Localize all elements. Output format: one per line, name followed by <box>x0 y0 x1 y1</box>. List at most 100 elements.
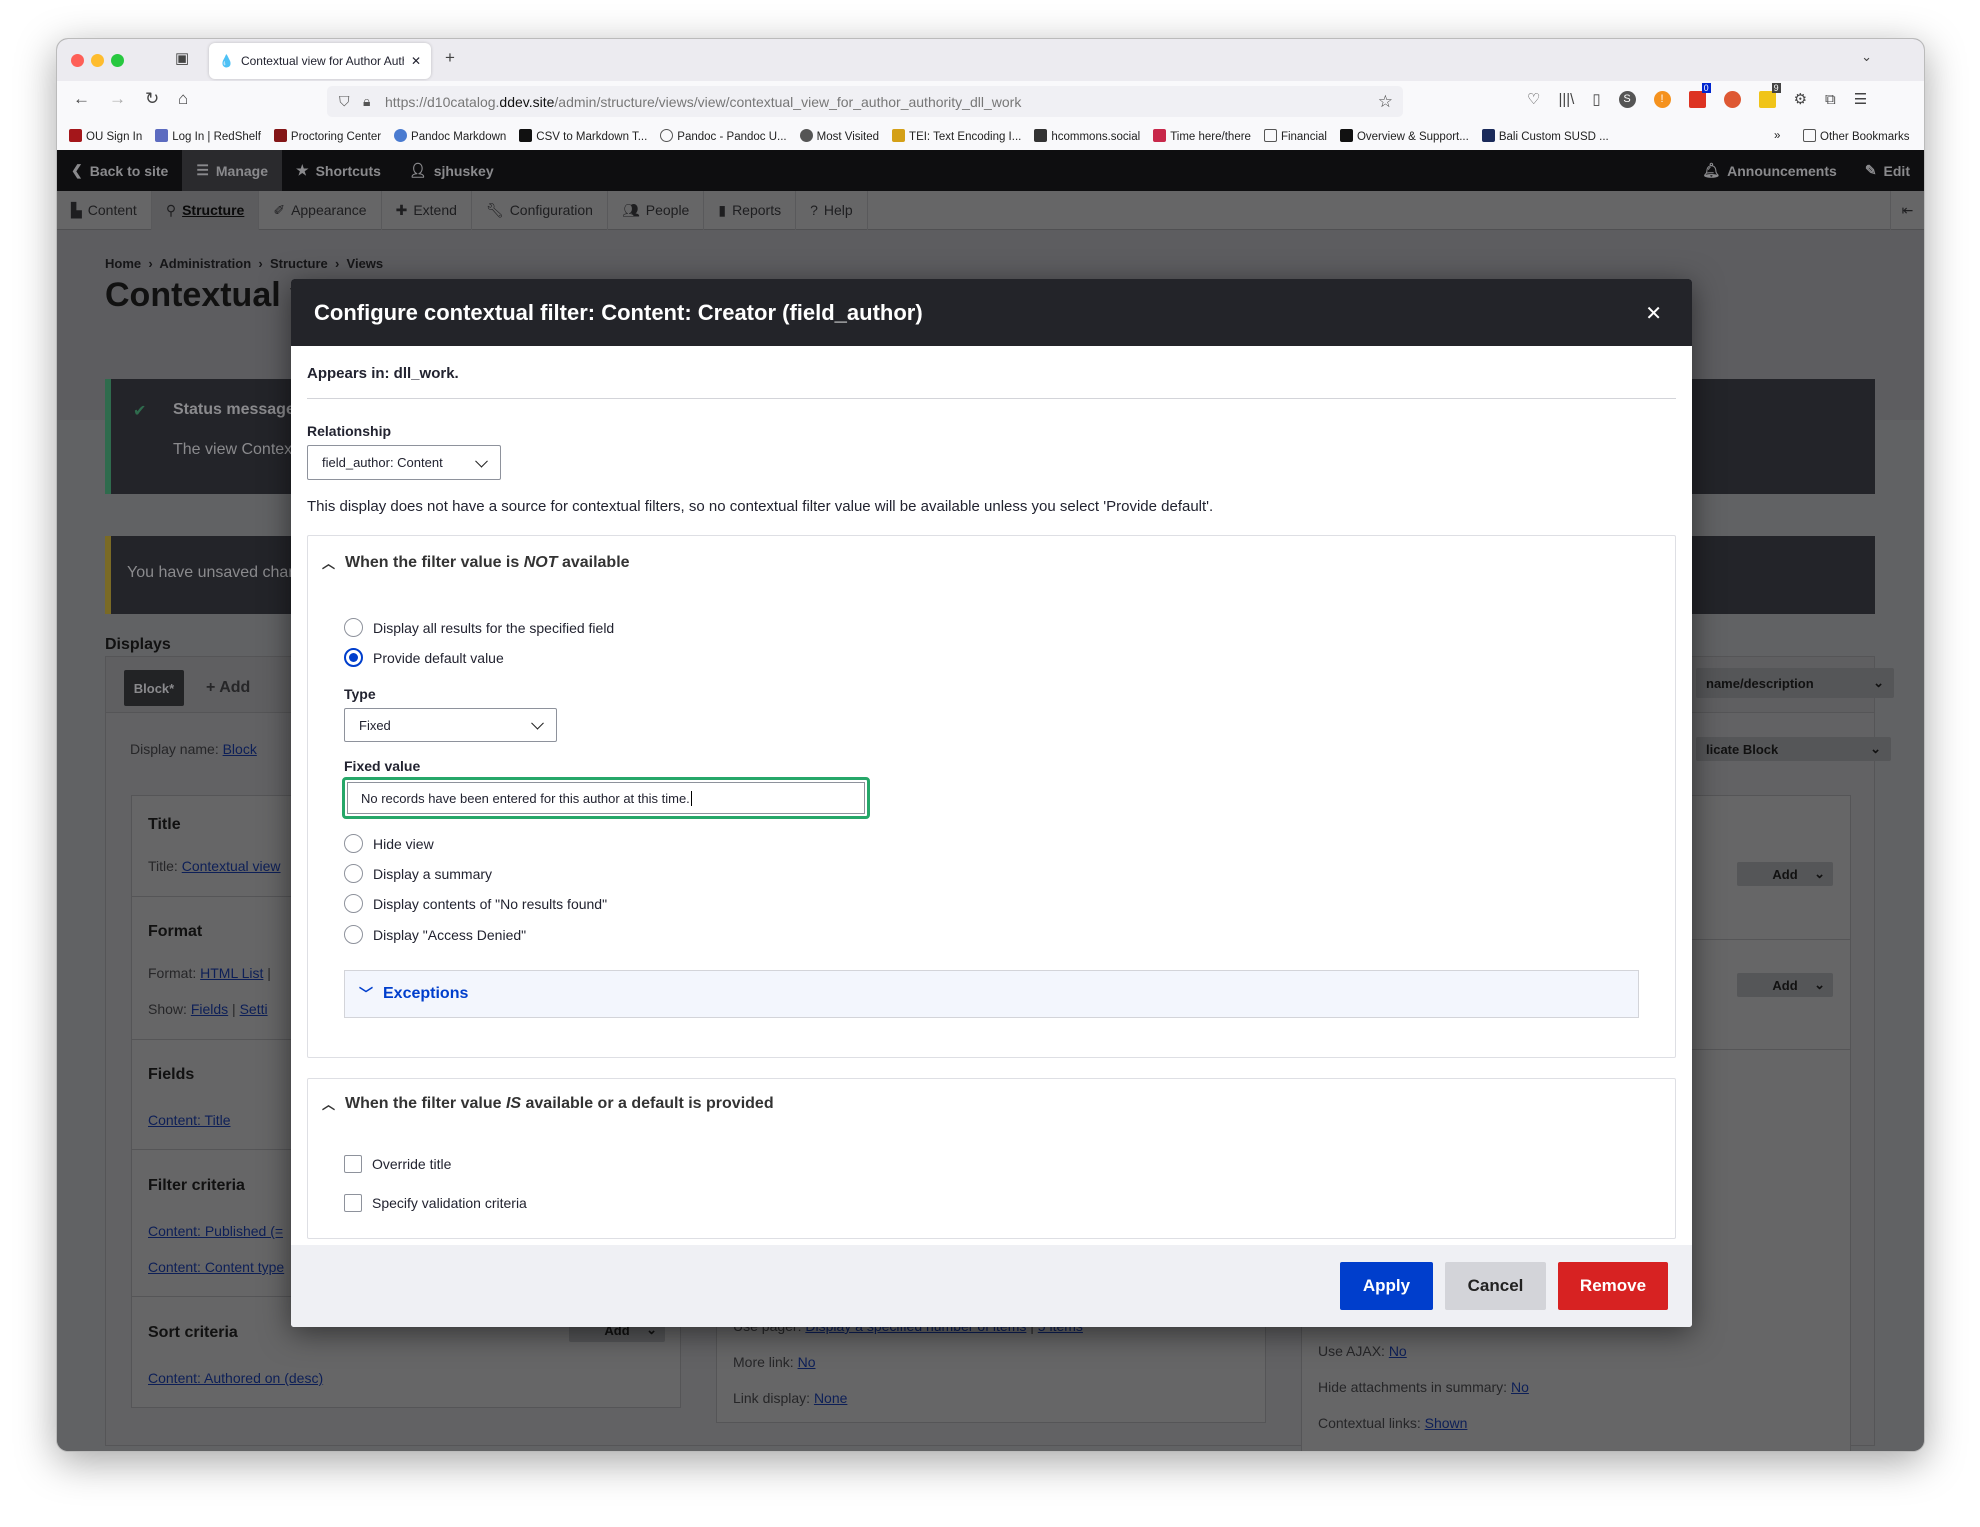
announcements-tab[interactable]: 🔔︎ Announcements <box>1688 150 1850 191</box>
brush-icon: ✐ <box>273 201 286 218</box>
bookmark[interactable]: hcommons.social <box>1034 129 1140 143</box>
dialog-footer: Apply Cancel Remove <box>291 1245 1692 1327</box>
minimize-window-button[interactable] <box>91 54 104 67</box>
extension-yellow-icon[interactable]: 9 <box>1758 82 1781 108</box>
menu-content[interactable]: ▙ Content <box>57 190 152 230</box>
extension-red-icon[interactable]: 0 <box>1688 82 1711 108</box>
chevron-down-icon: ﹀ <box>359 986 373 1002</box>
forward-icon[interactable]: → <box>109 89 126 109</box>
override-title-checkbox[interactable]: Override title <box>344 1155 451 1173</box>
bookmark[interactable]: Overview & Support... <box>1339 129 1469 143</box>
radio-access-denied[interactable]: Display "Access Denied" <box>344 925 526 944</box>
type-select[interactable]: Fixed <box>344 708 557 742</box>
admin-menu: ▙ Content ⚲ Structure ✐ Appearance ✚ Extend … <box>57 190 1924 230</box>
library-icon[interactable]: |||\ <box>1558 91 1574 108</box>
bookmark[interactable]: Bali Custom SUSD ... <box>1481 129 1609 143</box>
divider <box>307 398 1676 399</box>
menu-configuration[interactable]: 🔧︎ Configuration <box>472 190 608 230</box>
available-fieldset: ︿ When the filter value IS available or a… <box>307 1078 1676 1239</box>
radio-display-all[interactable]: Display all results for the specified fi… <box>344 618 614 637</box>
manage-tab[interactable]: ☰ Manage <box>182 150 283 191</box>
remove-button[interactable]: Remove <box>1558 1262 1668 1310</box>
people-icon: 👥︎ <box>621 201 640 218</box>
chevron-up-icon: ︿ <box>322 556 336 571</box>
extension-alert-icon[interactable]: ! <box>1653 90 1671 108</box>
edit-name-dropdown[interactable]: name/description ⌄ <box>1696 668 1894 698</box>
extension-s-icon[interactable]: S <box>1618 90 1636 108</box>
menu-extend[interactable]: ✚ Extend <box>382 190 472 230</box>
more-bookmarks-icon[interactable]: » <box>1774 130 1780 142</box>
menu-icon[interactable]: ☰ <box>1854 90 1867 108</box>
add-display-button[interactable]: + Add <box>206 679 250 697</box>
bookmark-star-icon[interactable]: ☆ <box>1378 92 1393 112</box>
menu-appearance[interactable]: ✐ Appearance <box>259 190 382 230</box>
available-toggle[interactable]: ︿ When the filter value IS available or a… <box>322 1094 774 1113</box>
menu-structure[interactable]: ⚲ Structure <box>151 190 260 230</box>
back-icon[interactable]: ← <box>73 89 90 109</box>
edit-tab[interactable]: ✎ Edit <box>1851 150 1924 191</box>
toolbar-orientation-icon[interactable]: ⇤ <box>1890 191 1924 230</box>
menu-reports[interactable]: ▮ Reports <box>704 190 797 230</box>
bookmark[interactable]: Most Visited <box>799 129 879 143</box>
cancel-button[interactable]: Cancel <box>1445 1262 1546 1310</box>
chevron-down-icon <box>475 454 488 468</box>
pocket-icon[interactable]: ♡ <box>1527 90 1540 108</box>
tab-overview-icon[interactable]: ▣ <box>175 49 189 67</box>
menu-people[interactable]: 👥︎ People <box>608 190 705 230</box>
new-tab-button[interactable]: + <box>445 48 455 68</box>
display-tab-block[interactable]: Block* <box>124 670 184 706</box>
add-button[interactable]: Add ⌄ <box>1737 973 1833 997</box>
add-button[interactable]: Add ⌄ <box>1737 862 1833 886</box>
validation-criteria-checkbox[interactable]: Specify validation criteria <box>344 1194 527 1212</box>
bookmark[interactable]: TEI: Text Encoding I... <box>892 129 1021 143</box>
dialog-title: Configure contextual filter: Content: Cr… <box>314 299 923 325</box>
close-window-button[interactable] <box>71 54 84 67</box>
radio-provide-default[interactable]: Provide default value <box>344 648 504 667</box>
bookmark[interactable]: CSV to Markdown T... <box>519 129 647 143</box>
bookmark[interactable]: Log In | RedShelf <box>155 129 261 143</box>
chevron-down-icon <box>531 716 544 730</box>
duplicate-dropdown[interactable]: licate Block ⌄ <box>1696 737 1891 761</box>
browser-tab[interactable]: 💧 Contextual view for Author Auth ✕ <box>209 43 431 79</box>
radio-no-results[interactable]: Display contents of "No results found" <box>344 894 607 913</box>
bookmark[interactable]: Pandoc - Pandoc U... <box>660 129 787 143</box>
close-tab-icon[interactable]: ✕ <box>411 54 421 68</box>
dialog-header: Configure contextual filter: Content: Cr… <box>291 279 1692 346</box>
tab-list-chevron-icon[interactable]: ⌄ <box>1861 49 1872 65</box>
bookmark[interactable]: Proctoring Center <box>273 129 381 143</box>
admin-toolbar: ❮ Back to site ☰ Manage ★ Shortcuts 👤︎ sjhus… <box>57 150 1924 191</box>
bookmark-folder[interactable]: Financial <box>1263 129 1327 143</box>
back-to-site[interactable]: ❮ Back to site <box>57 150 182 191</box>
user-tab[interactable]: 👤︎ sjhuskey <box>395 150 508 191</box>
tab-title: Contextual view for Author Auth <box>240 54 404 68</box>
extensions-icon[interactable]: ⧉ <box>1825 91 1836 108</box>
displays-heading: Displays <box>105 636 171 653</box>
fixed-value-input[interactable]: No records have been entered for this au… <box>342 777 870 819</box>
relationship-select[interactable]: field_author: Content <box>307 445 501 480</box>
radio-hide-view[interactable]: Hide view <box>344 834 434 853</box>
extension-gear-icon[interactable]: ⚙ <box>1794 90 1807 108</box>
bookmark[interactable]: Time here/there <box>1153 129 1251 143</box>
exceptions-toggle[interactable]: ﹀ Exceptions <box>344 970 1639 1018</box>
help-icon: ? <box>810 202 818 218</box>
reader-icon[interactable]: ▯ <box>1592 90 1600 108</box>
bell-icon: 🔔︎ <box>1702 162 1721 178</box>
not-available-toggle[interactable]: ︿ When the filter value is NOT available <box>322 553 630 572</box>
reload-icon[interactable]: ↻ <box>145 89 159 109</box>
apply-button[interactable]: Apply <box>1340 1262 1433 1310</box>
home-icon[interactable]: ⌂ <box>178 89 188 109</box>
back-icon: ❮ <box>71 162 83 178</box>
duckduckgo-icon[interactable] <box>1723 90 1741 108</box>
other-bookmarks[interactable]: Other Bookmarks <box>1803 129 1909 143</box>
bookmark[interactable]: OU Sign In <box>69 129 142 143</box>
close-icon[interactable]: ✕ <box>1645 301 1662 326</box>
url-bar[interactable]: ⛉ 🔒︎ https://d10catalog. ddev.site/admin/… <box>327 86 1403 117</box>
maximize-window-button[interactable] <box>111 54 124 67</box>
description: This display does not have a source for … <box>307 498 1214 515</box>
type-label: Type <box>344 686 376 702</box>
menu-help[interactable]: ? Help <box>796 190 868 230</box>
bookmark[interactable]: Pandoc Markdown <box>394 129 506 143</box>
radio-display-summary[interactable]: Display a summary <box>344 864 492 883</box>
shortcuts-tab[interactable]: ★ Shortcuts <box>282 150 395 191</box>
display-name: Display name: Block <box>130 741 257 757</box>
